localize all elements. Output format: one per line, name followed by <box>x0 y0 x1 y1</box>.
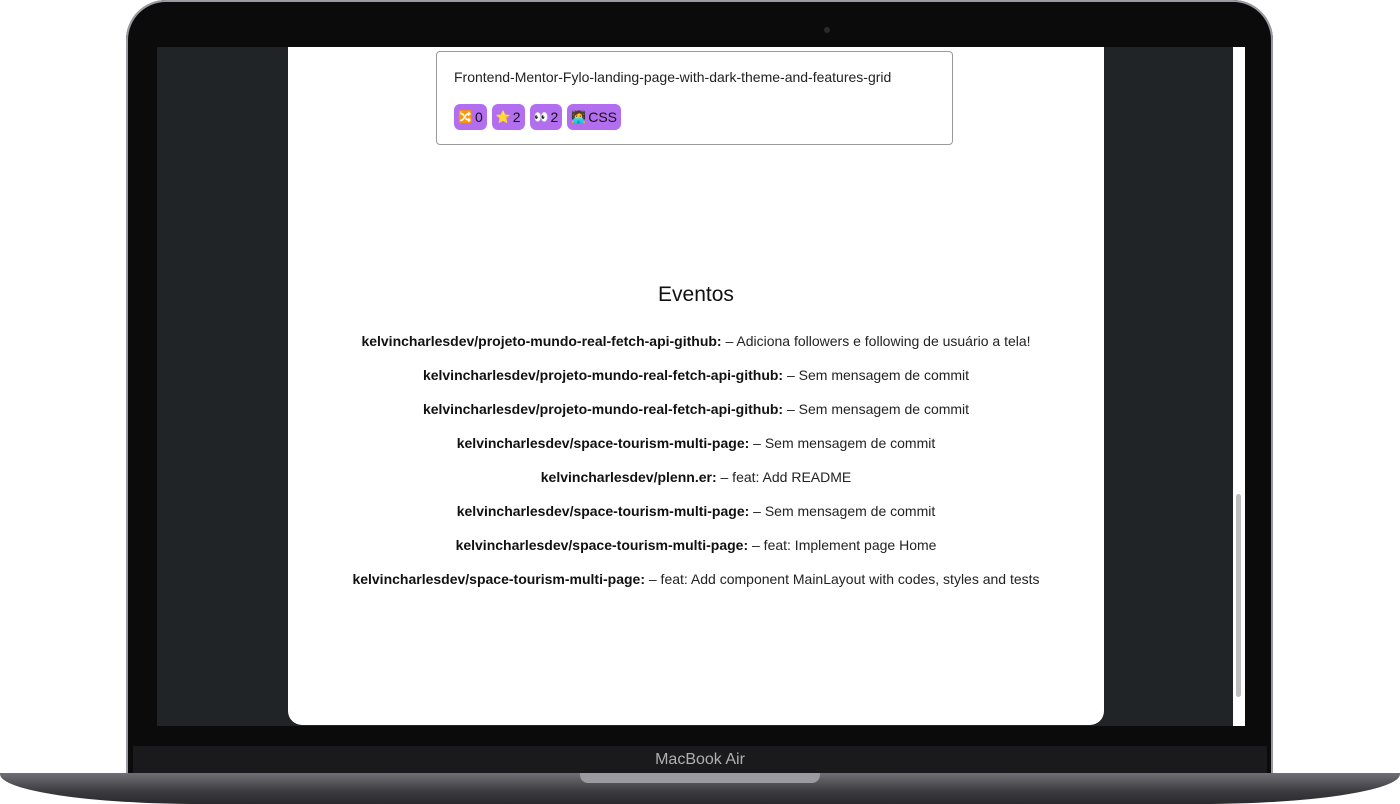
event-message: – Sem mensagem de commit <box>749 503 936 519</box>
camera-icon <box>824 27 830 33</box>
watchers-count: 2 <box>550 109 559 125</box>
event-message: – Sem mensagem de commit <box>749 435 936 451</box>
event-message: – Sem mensagem de commit <box>783 401 970 417</box>
profile-card: Frontend-Mentor-Fylo-landing-page-with-d… <box>288 47 1104 725</box>
event-item: kelvincharlesdev/space-tourism-multi-pag… <box>288 435 1104 469</box>
event-message: – feat: Add README <box>716 469 852 485</box>
event-item: kelvincharlesdev/projeto-mundo-real-fetc… <box>288 333 1104 367</box>
watchers-badge: 👀 2 <box>529 104 563 130</box>
event-repo: kelvincharlesdev/space-tourism-multi-pag… <box>455 537 749 553</box>
event-item: kelvincharlesdev/space-tourism-multi-pag… <box>288 503 1104 537</box>
browser-viewport: Frontend-Mentor-Fylo-landing-page-with-d… <box>157 47 1245 726</box>
eyes-icon: 👀 <box>533 110 549 124</box>
event-repo: kelvincharlesdev/space-tourism-multi-pag… <box>456 503 750 519</box>
event-repo: kelvincharlesdev/projeto-mundo-real-fetc… <box>422 401 784 417</box>
repo-card[interactable]: Frontend-Mentor-Fylo-landing-page-with-d… <box>436 51 953 145</box>
repo-badges: 🔀 0 ⭐ 2 👀 2 🧑‍💻 CSS <box>454 104 621 130</box>
forks-badge: 🔀 0 <box>454 104 487 130</box>
scrollbar[interactable] <box>1233 47 1245 726</box>
event-item: kelvincharlesdev/projeto-mundo-real-fetc… <box>288 367 1104 401</box>
person-icon: 🧑‍💻 <box>571 110 587 124</box>
event-item: kelvincharlesdev/plenn.er: – feat: Add R… <box>288 469 1104 503</box>
laptop-notch <box>580 773 820 783</box>
event-message: – feat: Add component MainLayout with co… <box>644 571 1040 587</box>
scrollbar-thumb[interactable] <box>1236 494 1241 697</box>
stars-badge: ⭐ 2 <box>491 104 525 130</box>
forks-count: 0 <box>474 109 483 125</box>
event-repo: kelvincharlesdev/projeto-mundo-real-fetc… <box>422 367 784 383</box>
event-message: – feat: Implement page Home <box>748 537 937 553</box>
event-item: kelvincharlesdev/space-tourism-multi-pag… <box>288 571 1104 605</box>
repo-name[interactable]: Frontend-Mentor-Fylo-landing-page-with-d… <box>454 69 891 85</box>
event-item: kelvincharlesdev/projeto-mundo-real-fetc… <box>288 401 1104 435</box>
star-icon: ⭐ <box>495 110 511 124</box>
event-message: – Sem mensagem de commit <box>783 367 970 383</box>
event-item: kelvincharlesdev/space-tourism-multi-pag… <box>288 537 1104 571</box>
event-repo: kelvincharlesdev/space-tourism-multi-pag… <box>456 435 750 451</box>
events-heading: Eventos <box>658 283 734 306</box>
stars-count: 2 <box>512 109 521 125</box>
event-repo: kelvincharlesdev/space-tourism-multi-pag… <box>352 571 645 587</box>
language-badge: 🧑‍💻 CSS <box>567 104 621 130</box>
events-list: kelvincharlesdev/projeto-mundo-real-fetc… <box>288 333 1104 605</box>
device-label: MacBook Air <box>655 751 745 768</box>
event-repo: kelvincharlesdev/projeto-mundo-real-fetc… <box>361 333 722 349</box>
event-repo: kelvincharlesdev/plenn.er: <box>540 469 717 485</box>
language-label: CSS <box>588 109 617 125</box>
fork-icon: 🔀 <box>458 110 473 124</box>
event-message: – Adiciona followers e following de usuá… <box>721 333 1031 349</box>
